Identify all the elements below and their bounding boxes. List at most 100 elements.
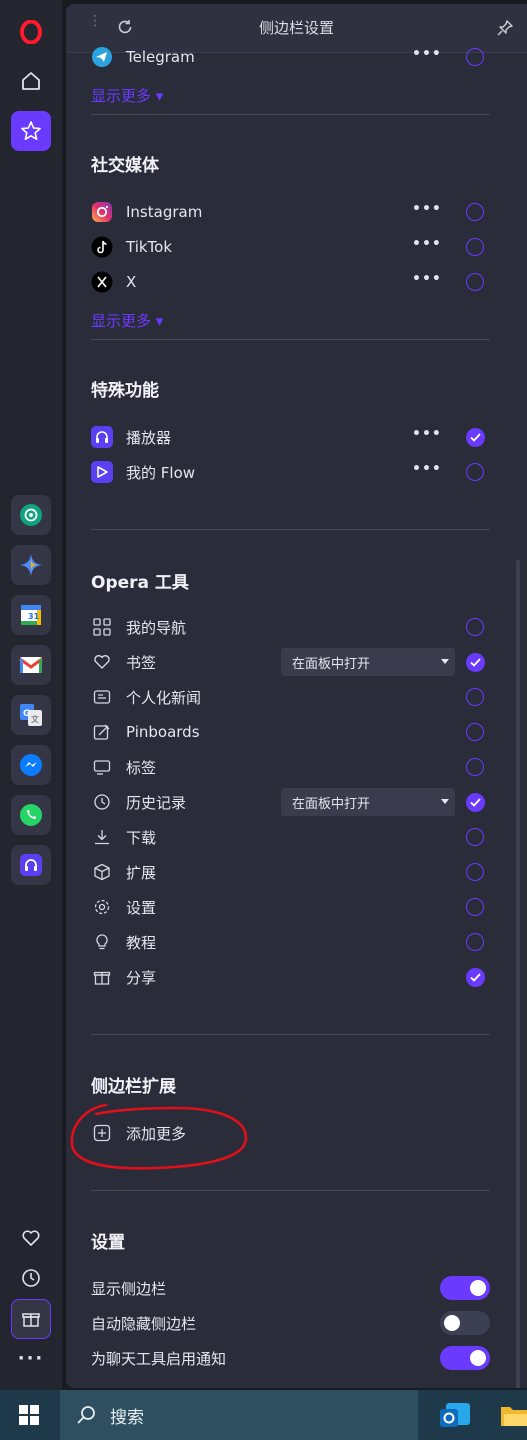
svg-text:文: 文 [31,714,39,724]
download-icon [91,826,113,848]
file-explorer-icon[interactable] [500,1402,527,1432]
tool-label: 标签 [126,758,157,777]
player-icon[interactable] [11,845,51,885]
downloads-radio[interactable] [466,828,484,846]
news-icon [91,686,113,708]
toggle-knob [444,1315,460,1331]
clock-icon[interactable] [11,1258,51,1298]
telegram-more-icon[interactable]: ••• [412,46,442,62]
section-title-special: 特殊功能 [91,381,159,401]
player-label: 播放器 [126,428,172,447]
headphones-icon [91,426,113,448]
tiktok-radio[interactable] [466,238,484,256]
chat-notifications-label: 为聊天工具启用通知 [91,1350,227,1368]
x-icon [91,271,113,293]
section-title-opera-tools: Opera 工具 [91,573,189,593]
show-more-social-link[interactable]: 显示更多 ▾ [91,310,163,331]
x-label: X [126,273,137,291]
list-item-settings[interactable]: 设置 [91,892,491,922]
divider [91,1034,490,1035]
show-more-messengers-link[interactable]: 显示更多 ▾ [91,85,163,106]
flow-icon [91,461,113,483]
list-item-extensions[interactable]: 扩展 [91,857,491,887]
whatsapp-icon[interactable] [11,795,51,835]
instagram-more-icon[interactable]: ••• [412,201,442,217]
instagram-label: Instagram [126,203,203,221]
show-sidebar-toggle[interactable] [440,1276,490,1300]
taskbar-search-input[interactable]: 搜索 [60,1390,418,1440]
star-icon[interactable] [11,111,51,151]
my-flow-more-icon[interactable]: ••• [412,461,442,477]
heart-icon [91,651,113,673]
dropdown-caret-icon [441,659,449,664]
sidebar-settings-panel: ⋮ 侧边栏设置 Telegram ••• 显示更多 ▾ 社交媒体 Instagr… [66,4,527,1388]
more-icon[interactable]: ··· [11,1338,51,1378]
sidebar-rail: 31 G文 ··· [0,0,62,1390]
news-radio[interactable] [466,688,484,706]
telegram-label: Telegram [126,48,195,66]
scrollbar[interactable] [516,560,520,1388]
list-item-share[interactable]: 分享 [91,962,491,992]
gemini-icon[interactable] [11,545,51,585]
gmail-icon[interactable] [11,645,51,685]
share-checked-icon[interactable] [466,968,485,987]
instagram-radio[interactable] [466,203,484,221]
list-item-downloads[interactable]: 下载 [91,822,491,852]
my-flow-radio[interactable] [466,463,484,481]
tool-label: 设置 [126,898,157,917]
google-calendar-icon[interactable]: 31 [11,595,51,635]
dropdown-caret-icon [441,799,449,804]
tool-label: Pinboards [126,723,200,741]
pinboard-icon [91,721,113,743]
chat-notifications-toggle[interactable] [440,1346,490,1370]
pin-icon[interactable] [496,19,514,41]
extensions-radio[interactable] [466,863,484,881]
toggle-knob [470,1280,486,1296]
history-open-mode-select[interactable]: 在面板中打开 [281,788,455,816]
x-more-icon[interactable]: ••• [412,271,442,287]
x-radio[interactable] [466,273,484,291]
history-checked-icon[interactable] [466,793,485,812]
google-translate-icon[interactable]: G文 [11,695,51,735]
gift-icon [91,966,113,988]
cube-icon [91,861,113,883]
my-flow-label: 我的 Flow [126,463,196,482]
tool-label: 下载 [126,828,157,847]
tool-label: 书签 [126,653,157,672]
tiktok-more-icon[interactable]: ••• [412,236,442,252]
auto-hide-sidebar-label: 自动隐藏侧边栏 [91,1315,197,1333]
home-icon[interactable] [11,61,51,101]
messenger-icon[interactable] [11,745,51,785]
section-title-social: 社交媒体 [91,156,159,176]
grid-icon [91,616,113,638]
gift-icon[interactable] [11,1299,51,1339]
bookmarks-open-mode-select[interactable]: 在面板中打开 [281,648,455,676]
list-item-speed-dial[interactable]: 我的导航 [91,612,491,642]
bookmarks-checked-icon[interactable] [466,653,485,672]
list-item-tutorial[interactable]: 教程 [91,927,491,957]
opera-logo-icon[interactable] [11,12,51,52]
search-icon [76,1405,96,1425]
speed-dial-radio[interactable] [466,618,484,636]
section-title-extensions: 侧边栏扩展 [91,1077,176,1097]
clock-icon [91,791,113,813]
auto-hide-sidebar-toggle[interactable] [440,1311,490,1335]
chatgpt-icon[interactable] [11,495,51,535]
tabs-radio[interactable] [466,758,484,776]
tutorial-radio[interactable] [466,933,484,951]
divider [91,339,490,340]
list-item-pinboards[interactable]: Pinboards [91,717,491,747]
pinboards-radio[interactable] [466,723,484,741]
annotation-circle [70,1103,248,1170]
windows-start-icon[interactable] [19,1405,39,1429]
heart-icon[interactable] [11,1218,51,1258]
settings-radio[interactable] [466,898,484,916]
instagram-icon [91,201,113,223]
list-item-news[interactable]: 个人化新闻 [91,682,491,712]
player-more-icon[interactable]: ••• [412,426,442,442]
player-checked-icon[interactable] [466,428,485,447]
outlook-icon[interactable] [438,1399,472,1435]
list-item-tabs[interactable]: 标签 [91,752,491,782]
telegram-radio[interactable] [466,48,484,66]
divider [91,529,490,530]
